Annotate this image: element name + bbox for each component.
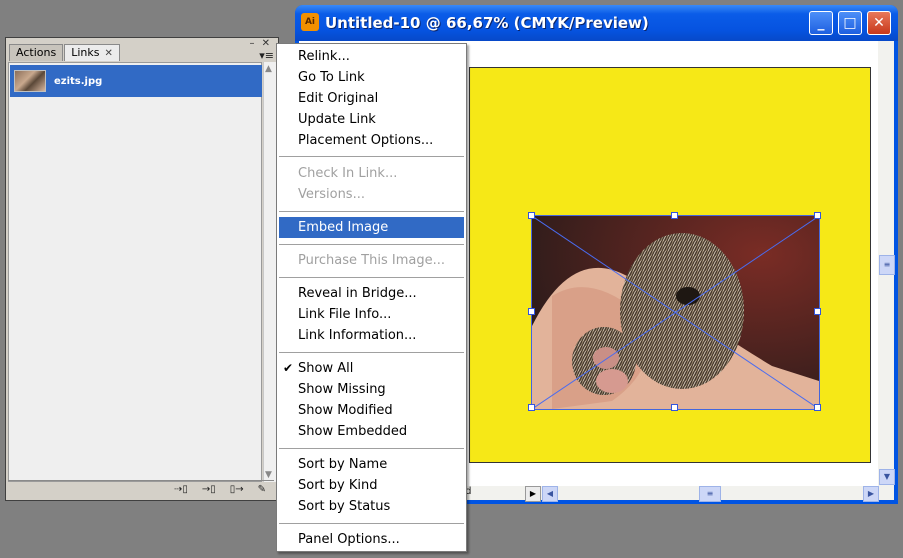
scroll-thumb-horizontal[interactable]: ≡ [699,486,721,502]
menu-item-relink[interactable]: Relink... [279,46,464,67]
scroll-right-icon[interactable]: ▶ [863,486,879,502]
bounding-box-diagonals [532,216,819,409]
selection-handle[interactable] [814,404,821,411]
panel-menu-icon[interactable]: ▾≡ [259,49,274,62]
window-title: Untitled-10 @ 66,67% (CMYK/Preview) [325,14,649,32]
tab-actions-label: Actions [16,46,57,59]
link-filename: ezits.jpg [54,75,103,87]
menu-item-link-file-info[interactable]: Link File Info... [279,304,464,325]
menu-item-versions: Versions... [298,187,365,202]
scroll-thumb-vertical[interactable]: ≡ [879,255,895,275]
menu-separator [279,277,464,278]
minimize-button[interactable]: _ [809,11,833,35]
placed-image-hedgehogs[interactable] [531,215,820,410]
menu-item-show-all[interactable]: ✔ Show All [279,358,464,379]
menu-separator [279,352,464,353]
selection-handle[interactable] [528,404,535,411]
menu-item-show-modified[interactable]: Show Modified [279,400,464,421]
menu-item-show-all-label: Show All [298,361,354,376]
menu-item-sort-by-status[interactable]: Sort by Status [279,496,464,517]
menu-item-show-missing[interactable]: Show Missing [279,379,464,400]
links-panel: – ✕ Actions Links ✕ ▾≡ ezits.jpg ▲ ▼ ⇢▯ →… [5,37,279,501]
menu-item-sort-by-name[interactable]: Sort by Name [279,454,464,475]
menu-item-purchase-image: Purchase This Image... [298,253,445,268]
maximize-button[interactable]: □ [838,11,862,35]
links-panel-menu: Relink... Go To Link Edit Original Updat… [276,43,467,552]
menu-separator [279,156,464,157]
selection-handle[interactable] [671,404,678,411]
tab-links[interactable]: Links ✕ [64,44,120,61]
selection-handle[interactable] [528,212,535,219]
update-link-icon[interactable]: ▯→ [230,484,244,495]
selection-handle[interactable] [671,212,678,219]
selection-handle[interactable] [814,308,821,315]
links-list: ezits.jpg [8,62,262,482]
title-bar[interactable]: Ai Untitled-10 @ 66,67% (CMYK/Preview) _… [295,5,898,41]
link-item[interactable]: ezits.jpg [10,65,262,97]
edit-original-icon[interactable]: ✎ [258,484,266,495]
tab-actions[interactable]: Actions [9,44,64,61]
checkmark-icon: ✔ [283,361,294,375]
menu-item-show-embedded[interactable]: Show Embedded [279,421,464,442]
go-to-link-icon[interactable]: →▯ [202,484,216,495]
scroll-up-icon[interactable]: ▲ [265,64,272,74]
menu-item-update-link[interactable]: Update Link [279,109,464,130]
panel-footer: ⇢▯ →▯ ▯→ ✎ [8,480,274,498]
scroll-down-icon[interactable]: ▼ [265,470,272,480]
tab-close-icon[interactable]: ✕ [104,48,112,59]
relink-icon[interactable]: ⇢▯ [174,484,188,495]
illustrator-app-icon: Ai [301,13,319,31]
menu-separator [279,244,464,245]
close-button[interactable]: ✕ [867,11,891,35]
vertical-scrollbar[interactable]: ≡ ▼ [878,41,895,486]
menu-separator [279,211,464,212]
menu-item-go-to-link[interactable]: Go To Link [279,67,464,88]
menu-item-edit-original[interactable]: Edit Original [279,88,464,109]
menu-item-link-information[interactable]: Link Information... [279,325,464,346]
panel-minimize-close[interactable]: – ✕ [249,38,272,49]
scroll-down-icon[interactable]: ▼ [879,469,895,485]
panel-tabs: Actions Links ✕ [9,44,121,61]
menu-separator [279,448,464,449]
menu-item-check-in-link: Check In Link... [298,166,398,181]
menu-item-sort-by-kind[interactable]: Sort by Kind [279,475,464,496]
status-menu-arrow-icon[interactable]: ▶ [525,486,541,502]
scroll-left-icon[interactable]: ◀ [542,486,558,502]
menu-item-embed-image[interactable]: Embed Image [279,217,464,238]
links-scrollbar[interactable]: ▲ ▼ [263,62,277,482]
menu-item-reveal-in-bridge[interactable]: Reveal in Bridge... [279,283,464,304]
menu-separator [279,523,464,524]
menu-item-panel-options[interactable]: Panel Options... [279,529,464,550]
selection-handle[interactable] [814,212,821,219]
link-thumbnail-image [14,70,46,92]
menu-item-placement-options[interactable]: Placement Options... [279,130,464,151]
tab-links-label: Links [71,46,100,59]
selection-handle[interactable] [528,308,535,315]
